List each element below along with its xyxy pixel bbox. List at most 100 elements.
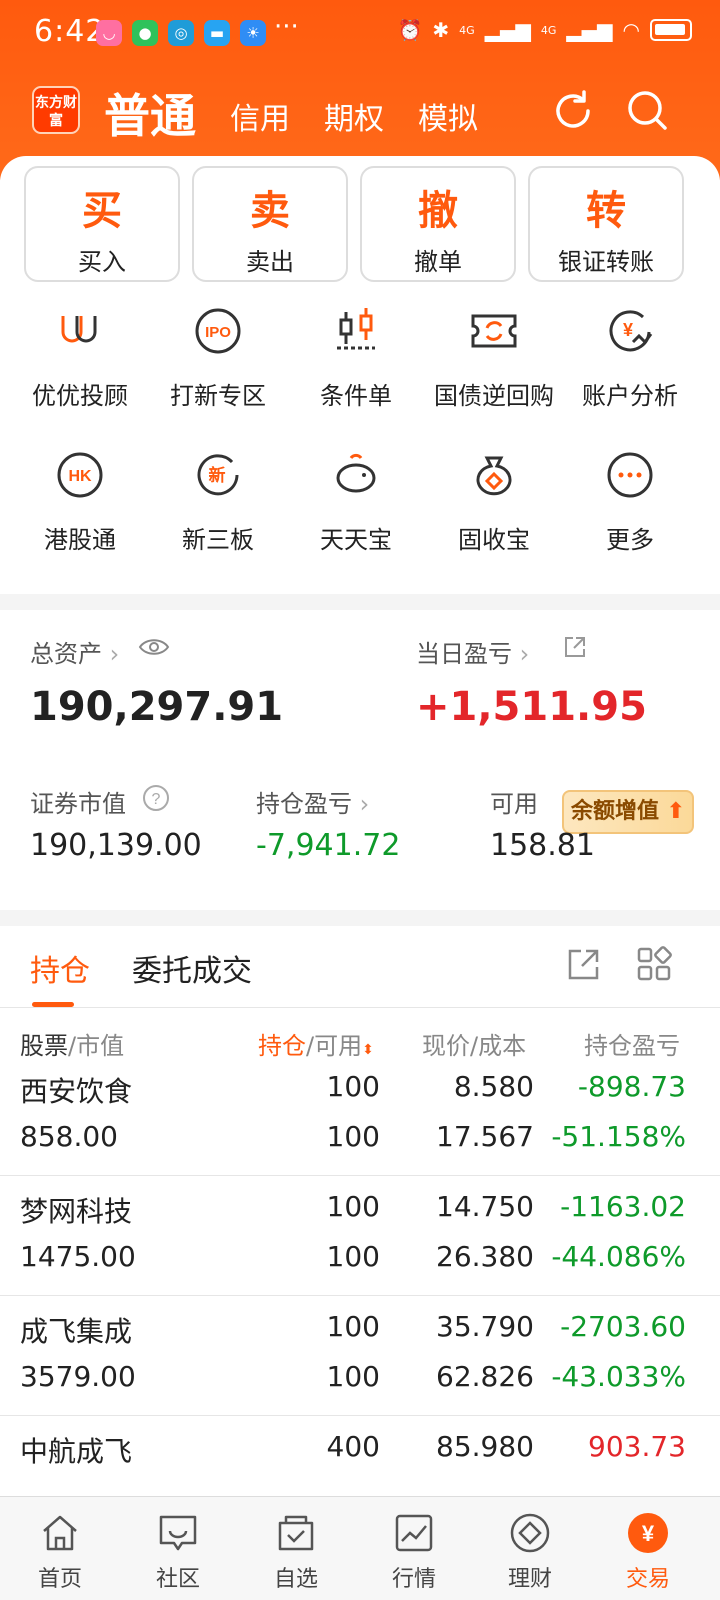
holdings-section: 持仓 委托成交 股票/市值 持仓/可用⬍ 现价/成本 持仓盈亏 西安饮食 858…: [0, 926, 720, 1500]
grid-label-gushoubao: 固收宝: [458, 526, 530, 554]
refresh-icon[interactable]: [550, 88, 596, 134]
stock-cost: 26.380: [436, 1240, 534, 1273]
nav-home[interactable]: 首页: [10, 1511, 110, 1593]
stock-price: 14.750: [436, 1190, 534, 1223]
daily-pl-value: +1,511.95: [416, 684, 647, 730]
app-notification-icon: ◎: [168, 20, 194, 46]
more-notifications-icon: ···: [274, 12, 299, 42]
stock-market-value: 858.00: [20, 1120, 118, 1153]
grid-label-hk-connect: 港股通: [44, 526, 116, 554]
grid-label-tiantianbao: 天天宝: [320, 526, 392, 554]
tab-options[interactable]: 期权: [324, 94, 384, 138]
nav-community[interactable]: 社区: [128, 1511, 228, 1593]
cancel-order-button[interactable]: 撤 撤单: [360, 166, 516, 282]
status-bar: 6:42 ◡ ● ◎ ▬ ☀ ··· ⏰ ✱ 4G ▂▄▆ 4G ▂▄▆ ◠: [0, 0, 720, 68]
stock-name: 西安饮食: [20, 1075, 133, 1108]
piggy-bank-icon: [336, 453, 376, 493]
grid-label-more: 更多: [606, 526, 654, 554]
grid-item-new-board[interactable]: 新 新三板: [148, 448, 288, 555]
buy-label: 买入: [78, 248, 126, 276]
battery-icon: [650, 19, 692, 41]
tab-active-indicator: [32, 1002, 74, 1007]
share-link-icon[interactable]: [562, 634, 588, 660]
stock-price: 8.580: [453, 1070, 534, 1103]
daily-pl-label-text: 当日盈亏: [416, 640, 512, 668]
grid-item-more[interactable]: 更多: [560, 448, 700, 555]
total-asset-value: 190,297.91: [30, 684, 284, 730]
market-value-label: 证券市值: [30, 790, 126, 818]
total-asset-label[interactable]: 总资产 ›: [30, 634, 119, 669]
shopping-app-icon: ◡: [96, 20, 122, 46]
notification-icons: ◡ ● ◎ ▬ ☀: [96, 20, 266, 46]
position-pl-label[interactable]: 持仓盈亏 ›: [256, 784, 369, 819]
arrow-up-icon: ⬆: [666, 799, 686, 824]
new-board-icon: 新: [197, 454, 239, 496]
table-row[interactable]: 成飞集成 3579.00 100 100 35.790 62.826 -2703…: [0, 1296, 720, 1416]
repo-ticket-icon: [471, 314, 517, 348]
tab-orders[interactable]: 委托成交: [132, 946, 252, 990]
grid-item-tiantianbao[interactable]: 天天宝: [286, 448, 426, 555]
status-time: 6:42: [34, 14, 106, 49]
grid-item-repo[interactable]: 国债逆回购: [424, 304, 564, 411]
stock-cost: 62.826: [436, 1360, 534, 1393]
stock-cost: 17.567: [436, 1120, 534, 1153]
tab-credit[interactable]: 信用: [230, 94, 290, 138]
chevron-right-icon: ›: [519, 640, 530, 668]
trade-yen-icon: ¥: [628, 1513, 668, 1553]
search-icon[interactable]: [624, 88, 670, 134]
nav-market-label: 行情: [391, 1567, 436, 1592]
stock-hold: 400: [326, 1430, 380, 1463]
svg-text:新: 新: [209, 465, 226, 486]
tab-normal[interactable]: 普通: [104, 80, 196, 146]
stock-market-value: 1475.00: [20, 1240, 136, 1273]
bank-transfer-button[interactable]: 转 银证转账: [528, 166, 684, 282]
grid-item-ipo[interactable]: IPO 打新专区: [148, 304, 288, 411]
grid-item-conditional-order[interactable]: 条件单: [286, 304, 426, 411]
tab-positions[interactable]: 持仓: [30, 946, 90, 990]
transfer-label: 银证转账: [558, 248, 654, 276]
grid-item-account-analysis[interactable]: ¥ 账户分析: [560, 304, 700, 411]
nav-market[interactable]: 行情: [364, 1511, 464, 1593]
wealth-diamond-icon: [510, 1513, 550, 1553]
tab-simulation[interactable]: 模拟: [418, 94, 478, 138]
signal-2-icon: ▂▄▆: [566, 18, 613, 42]
buy-button[interactable]: 买 买入: [24, 166, 180, 282]
export-icon[interactable]: [566, 946, 602, 982]
svg-text:HK: HK: [68, 468, 92, 485]
bottom-nav: 首页 社区 自选 行情 理财 ¥ 交易: [0, 1496, 720, 1600]
bluetooth-icon: ✱: [432, 18, 450, 42]
market-value: 190,139.00: [30, 828, 202, 863]
svg-text:¥: ¥: [642, 1521, 655, 1546]
message-icon: ▬: [204, 20, 230, 46]
buy-char: 买: [82, 188, 122, 234]
sell-button[interactable]: 卖 卖出: [192, 166, 348, 282]
available-value: 158.81: [490, 828, 595, 863]
weather-icon: ☀: [240, 20, 266, 46]
stock-name: 中航成飞: [20, 1435, 133, 1468]
stock-available: 100: [326, 1240, 380, 1273]
more-dots-icon: [607, 452, 653, 498]
stock-pl-pct: -51.158%: [551, 1120, 686, 1153]
sell-label: 卖出: [246, 248, 294, 276]
daily-pl-label[interactable]: 当日盈亏 ›: [416, 634, 529, 669]
table-row[interactable]: 梦网科技 1475.00 100 100 14.750 26.380 -1163…: [0, 1176, 720, 1296]
stock-name: 成飞集成: [20, 1315, 133, 1348]
balance-boost-label: 余额增值: [570, 799, 659, 824]
stock-hold: 100: [326, 1070, 380, 1103]
grid-view-icon[interactable]: [636, 946, 672, 982]
stock-pl: -1163.02: [560, 1190, 686, 1223]
eye-icon[interactable]: [138, 636, 170, 658]
candlestick-icon: [337, 308, 375, 350]
nav-trade[interactable]: ¥ 交易: [598, 1511, 698, 1593]
help-icon[interactable]: ?: [142, 784, 170, 812]
stock-pl: -898.73: [577, 1070, 686, 1103]
nav-wealth[interactable]: 理财: [480, 1511, 580, 1593]
grid-item-uu-advisor[interactable]: 优优投顾: [10, 304, 150, 411]
grid-item-gushoubao[interactable]: 固收宝: [424, 448, 564, 555]
nav-watchlist[interactable]: 自选: [246, 1511, 346, 1593]
position-pl-value: -7,941.72: [256, 828, 401, 863]
grid-label-new-board: 新三板: [182, 526, 254, 554]
nav-home-label: 首页: [37, 1567, 82, 1592]
table-row[interactable]: 西安饮食 858.00 100 100 8.580 17.567 -898.73…: [0, 1056, 720, 1176]
grid-item-hk-connect[interactable]: HK 港股通: [10, 448, 150, 555]
